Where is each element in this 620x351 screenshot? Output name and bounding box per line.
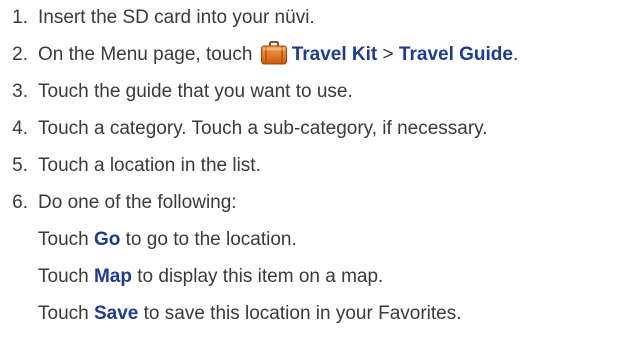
- sub-step-text: to display this item on a map.: [131, 266, 384, 287]
- sub-step-go: Touch Go to go to the location.: [0, 225, 297, 255]
- suitcase-icon: [260, 41, 288, 65]
- step-1: 1. Insert the SD card into your nüvi.: [0, 3, 315, 33]
- step-number: 5.: [12, 155, 28, 176]
- sub-step-text: to save this location in your Favorites.: [138, 303, 462, 324]
- step-number: 6.: [12, 192, 28, 213]
- sub-step-map: Touch Map to display this item on a map.: [0, 262, 383, 292]
- step-text: On the Menu page, touch: [38, 44, 258, 65]
- instruction-list: 1. Insert the SD card into your nüvi. 2. O…: [0, 0, 620, 351]
- sub-step-save: Touch Save to save this location in your…: [0, 299, 462, 329]
- step-2: 2. On the Menu page, touch Travel Kit > T…: [0, 40, 518, 70]
- travel-kit-link: Travel Kit: [291, 44, 378, 65]
- step-number: 2.: [12, 44, 28, 65]
- step-3: 3. Touch the guide that you want to use.: [0, 77, 353, 107]
- map-keyword: Map: [93, 266, 132, 287]
- step-text: Insert the SD card into your nüvi.: [38, 7, 315, 28]
- sub-step-text: Touch: [38, 303, 94, 324]
- step-text: Do one of the following:: [38, 192, 237, 213]
- go-keyword: Go: [93, 229, 121, 250]
- save-keyword: Save: [93, 303, 139, 324]
- step-number: 3.: [12, 81, 28, 102]
- sub-step-text: Touch: [38, 229, 94, 250]
- step-number: 4.: [12, 118, 28, 139]
- sub-step-text: Touch: [38, 266, 94, 287]
- travel-guide-link: Travel Guide: [398, 44, 513, 65]
- step-text: Touch a location in the list.: [38, 155, 261, 176]
- step-number: 1.: [12, 7, 28, 28]
- sub-step-text: to go to the location.: [120, 229, 297, 250]
- step-4: 4. Touch a category. Touch a sub-category…: [0, 114, 488, 144]
- step-punct: .: [512, 44, 519, 65]
- step-6: 6. Do one of the following:: [0, 188, 237, 218]
- step-text: Touch a category. Touch a sub-category, …: [38, 118, 488, 139]
- menu-separator: >: [377, 44, 399, 65]
- step-5: 5. Touch a location in the list.: [0, 151, 261, 181]
- step-text: Touch the guide that you want to use.: [38, 81, 353, 102]
